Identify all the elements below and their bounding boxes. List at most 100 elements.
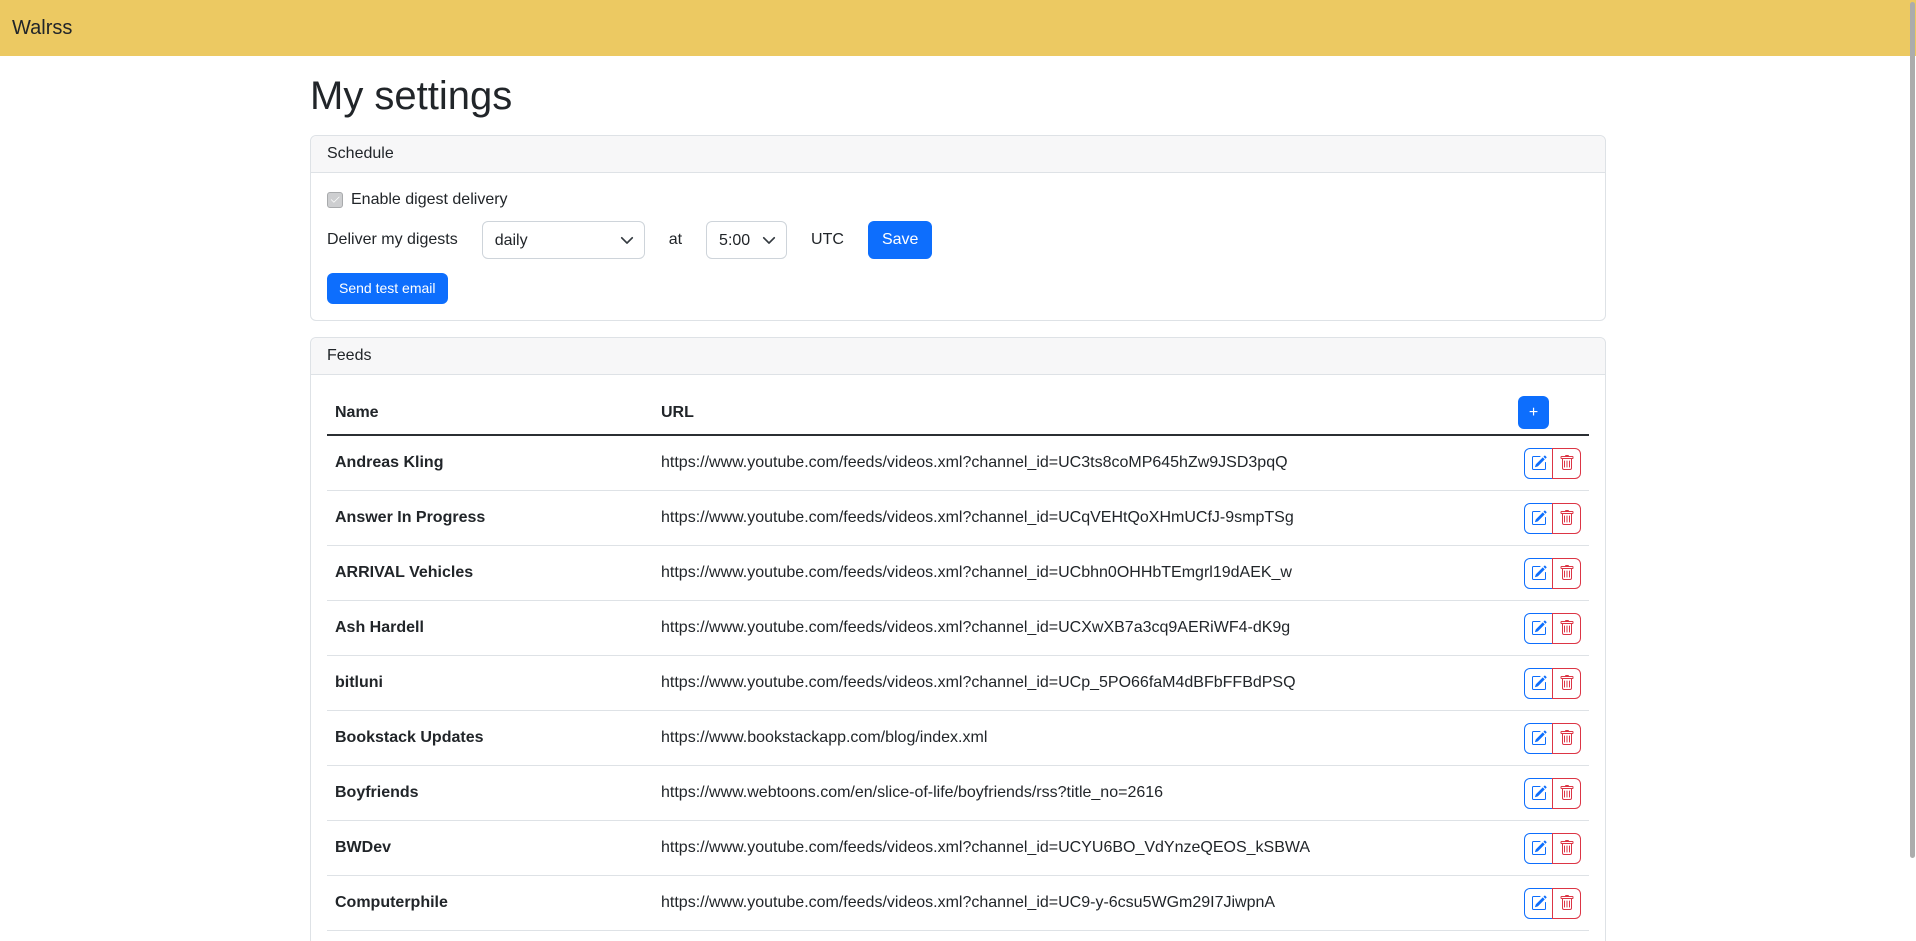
- utc-label: UTC: [811, 231, 844, 249]
- table-row: ARRIVAL Vehicles https://www.youtube.com…: [327, 546, 1589, 601]
- delete-feed-button[interactable]: [1552, 448, 1581, 479]
- table-row: BWDev https://www.youtube.com/feeds/vide…: [327, 821, 1589, 876]
- save-button[interactable]: Save: [868, 221, 932, 259]
- delete-feed-button[interactable]: [1552, 668, 1581, 699]
- delete-feed-button[interactable]: [1552, 503, 1581, 534]
- feed-actions: [1524, 558, 1581, 589]
- feed-url: https://www.youtube.com/feeds/videos.xml…: [653, 435, 1481, 491]
- feed-actions: [1524, 723, 1581, 754]
- feed-name: Andreas Kling: [327, 435, 653, 491]
- trash-icon: [1559, 785, 1575, 801]
- feed-url: https://www.youtube.com/feeds/videos.xml…: [653, 821, 1481, 876]
- table-row: Answer In Progress https://www.youtube.c…: [327, 491, 1589, 546]
- trash-icon: [1559, 675, 1575, 691]
- feed-url: https://www.youtube.com/feeds/videos.xml…: [653, 876, 1481, 931]
- table-row: Computerphile https://www.youtube.com/fe…: [327, 876, 1589, 931]
- trash-icon: [1559, 840, 1575, 856]
- pencil-square-icon: [1531, 455, 1547, 471]
- frequency-select-wrap: daily: [482, 221, 645, 259]
- feed-actions: [1524, 503, 1581, 534]
- table-row: Andreas Kling https://www.youtube.com/fe…: [327, 435, 1589, 491]
- navbar: Walrss: [0, 0, 1916, 56]
- feed-name: Ash Hardell: [327, 601, 653, 656]
- feed-name: Answer In Progress: [327, 491, 653, 546]
- schedule-card-header: Schedule: [311, 136, 1605, 173]
- feed-actions: [1524, 613, 1581, 644]
- feed-actions: [1524, 668, 1581, 699]
- feeds-table: Name URL + Andreas Kling https://www.you…: [327, 391, 1589, 941]
- edit-feed-button[interactable]: [1524, 723, 1553, 754]
- main-content: My settings Schedule Enable digest deliv…: [310, 74, 1606, 941]
- feed-actions: [1524, 888, 1581, 919]
- feeds-card-header: Feeds: [311, 338, 1605, 375]
- pencil-square-icon: [1531, 620, 1547, 636]
- table-row: Ash Hardell https://www.youtube.com/feed…: [327, 601, 1589, 656]
- delete-feed-button[interactable]: [1552, 723, 1581, 754]
- schedule-card-body: Enable digest delivery Deliver my digest…: [311, 173, 1605, 320]
- time-select-wrap: 5:00: [706, 221, 787, 259]
- delete-feed-button[interactable]: [1552, 833, 1581, 864]
- delete-feed-button[interactable]: [1552, 613, 1581, 644]
- feed-name: bitluni: [327, 656, 653, 711]
- trash-icon: [1559, 455, 1575, 471]
- pencil-square-icon: [1531, 840, 1547, 856]
- app-brand[interactable]: Walrss: [12, 17, 72, 40]
- table-row: bitluni https://www.youtube.com/feeds/vi…: [327, 656, 1589, 711]
- feed-name: Fireship: [327, 931, 653, 941]
- feed-name: Boyfriends: [327, 766, 653, 821]
- edit-feed-button[interactable]: [1524, 833, 1553, 864]
- add-feed-button[interactable]: +: [1518, 396, 1549, 429]
- enable-digest-row: Enable digest delivery: [327, 191, 1589, 209]
- delete-feed-button[interactable]: [1552, 778, 1581, 809]
- column-header-url: URL: [653, 391, 1481, 435]
- feed-name: Computerphile: [327, 876, 653, 931]
- trash-icon: [1559, 730, 1575, 746]
- feeds-table-body: Andreas Kling https://www.youtube.com/fe…: [327, 435, 1589, 941]
- time-select[interactable]: 5:00: [706, 221, 787, 259]
- delete-feed-button[interactable]: [1552, 558, 1581, 589]
- pencil-square-icon: [1531, 565, 1547, 581]
- pencil-square-icon: [1531, 675, 1547, 691]
- delete-feed-button[interactable]: [1552, 888, 1581, 919]
- feeds-table-header-row: Name URL +: [327, 391, 1589, 435]
- edit-feed-button[interactable]: [1524, 558, 1553, 589]
- feed-name: ARRIVAL Vehicles: [327, 546, 653, 601]
- edit-feed-button[interactable]: [1524, 888, 1553, 919]
- edit-feed-button[interactable]: [1524, 778, 1553, 809]
- enable-digest-checkbox[interactable]: [327, 192, 343, 208]
- feed-url: https://www.webtoons.com/en/slice-of-lif…: [653, 766, 1481, 821]
- frequency-select[interactable]: daily: [482, 221, 645, 259]
- feed-actions: [1524, 448, 1581, 479]
- trash-icon: [1559, 620, 1575, 636]
- scrollbar[interactable]: [1910, 2, 1915, 858]
- table-row: Bookstack Updates https://www.bookstacka…: [327, 711, 1589, 766]
- pencil-square-icon: [1531, 895, 1547, 911]
- table-row: Fireship https://www.youtube.com/feeds/v…: [327, 931, 1589, 941]
- trash-icon: [1559, 510, 1575, 526]
- feeds-card: Feeds Name URL + Andreas Kling https://w…: [310, 337, 1606, 941]
- edit-feed-button[interactable]: [1524, 448, 1553, 479]
- feed-name: BWDev: [327, 821, 653, 876]
- page-title: My settings: [310, 74, 1606, 119]
- feed-url: https://www.youtube.com/feeds/videos.xml…: [653, 546, 1481, 601]
- feed-actions: [1524, 833, 1581, 864]
- column-header-name: Name: [327, 391, 653, 435]
- deliver-label: Deliver my digests: [327, 231, 458, 249]
- delivery-controls-row: Deliver my digests daily at 5:00: [327, 221, 1589, 259]
- send-test-email-button[interactable]: Send test email: [327, 273, 448, 304]
- trash-icon: [1559, 895, 1575, 911]
- enable-digest-label: Enable digest delivery: [351, 191, 508, 209]
- feed-url: https://www.youtube.com/feeds/videos.xml…: [653, 601, 1481, 656]
- edit-feed-button[interactable]: [1524, 503, 1553, 534]
- feed-url: https://www.youtube.com/feeds/videos.xml…: [653, 491, 1481, 546]
- edit-feed-button[interactable]: [1524, 613, 1553, 644]
- table-row: Boyfriends https://www.webtoons.com/en/s…: [327, 766, 1589, 821]
- schedule-card: Schedule Enable digest delivery Deliver …: [310, 135, 1606, 321]
- check-icon: [329, 194, 341, 206]
- pencil-square-icon: [1531, 730, 1547, 746]
- feed-url: https://www.bookstackapp.com/blog/index.…: [653, 711, 1481, 766]
- edit-feed-button[interactable]: [1524, 668, 1553, 699]
- feed-url: https://www.youtube.com/feeds/videos.xml…: [653, 656, 1481, 711]
- feeds-card-body: Name URL + Andreas Kling https://www.you…: [311, 375, 1605, 941]
- at-label: at: [669, 231, 682, 249]
